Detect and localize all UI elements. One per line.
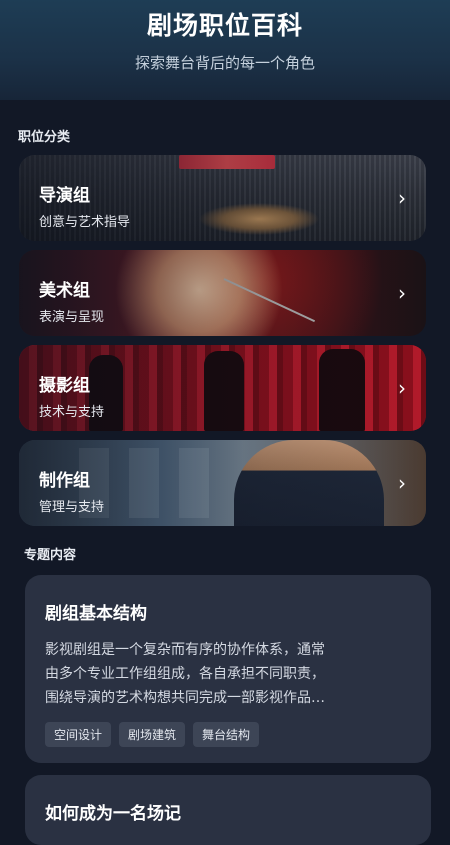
topic-title: 剧组基本结构 bbox=[45, 604, 147, 624]
category-desc: 技术与支持 bbox=[39, 405, 105, 420]
category-card-art[interactable]: 美术组 表演与呈现 › bbox=[19, 250, 426, 336]
tag[interactable]: 空间设计 bbox=[45, 722, 112, 747]
category-desc: 创意与艺术指导 bbox=[39, 215, 131, 230]
category-name: 制作组 bbox=[39, 471, 90, 491]
topic-summary: 影视剧组是一个复杂而有序的协作体系，通常 由多个专业工作组组成，各自承担不同职责… bbox=[45, 638, 411, 710]
tag-list: 空间设计 剧场建筑 舞台结构 bbox=[45, 722, 411, 747]
category-desc: 表演与呈现 bbox=[39, 310, 105, 325]
topic-title: 如何成为一名场记 bbox=[45, 804, 181, 824]
topic-summary-line: 围绕导演的艺术构想共同完成一部影视作品… bbox=[45, 690, 325, 706]
category-desc: 管理与支持 bbox=[39, 500, 105, 515]
chevron-right-icon: › bbox=[398, 281, 406, 305]
category-name: 摄影组 bbox=[39, 376, 90, 396]
category-card-camera[interactable]: 摄影组 技术与支持 › bbox=[19, 345, 426, 431]
tag[interactable]: 剧场建筑 bbox=[119, 722, 186, 747]
chevron-right-icon: › bbox=[398, 471, 406, 495]
header: 剧场职位百科 探索舞台背后的每一个角色 bbox=[0, 0, 450, 100]
tag[interactable]: 舞台结构 bbox=[193, 722, 260, 747]
category-name: 导演组 bbox=[39, 186, 90, 206]
chevron-right-icon: › bbox=[398, 376, 406, 400]
page-title: 剧场职位百科 bbox=[146, 11, 303, 40]
section-label-categories: 职位分类 bbox=[18, 130, 71, 145]
topic-summary-line: 由多个专业工作组组成，各自承担不同职责， bbox=[45, 666, 325, 682]
page-subtitle: 探索舞台背后的每一个角色 bbox=[134, 54, 315, 72]
topic-summary-line: 影视剧组是一个复杂而有序的协作体系，通常 bbox=[45, 642, 325, 658]
category-name: 美术组 bbox=[39, 281, 90, 301]
section-label-topics: 专题内容 bbox=[24, 548, 77, 563]
topic-card[interactable]: 如何成为一名场记 bbox=[25, 775, 431, 845]
category-list: 导演组 创意与艺术指导 › 美术组 表演与呈现 › 摄影组 技术与支持 › 制作… bbox=[0, 155, 450, 526]
topic-list: 剧组基本结构 影视剧组是一个复杂而有序的协作体系，通常 由多个专业工作组组成，各… bbox=[0, 575, 450, 845]
chevron-right-icon: › bbox=[398, 186, 406, 210]
topic-card[interactable]: 剧组基本结构 影视剧组是一个复杂而有序的协作体系，通常 由多个专业工作组组成，各… bbox=[25, 575, 431, 763]
category-card-director[interactable]: 导演组 创意与艺术指导 › bbox=[19, 155, 426, 241]
category-card-production[interactable]: 制作组 管理与支持 › bbox=[19, 440, 426, 526]
